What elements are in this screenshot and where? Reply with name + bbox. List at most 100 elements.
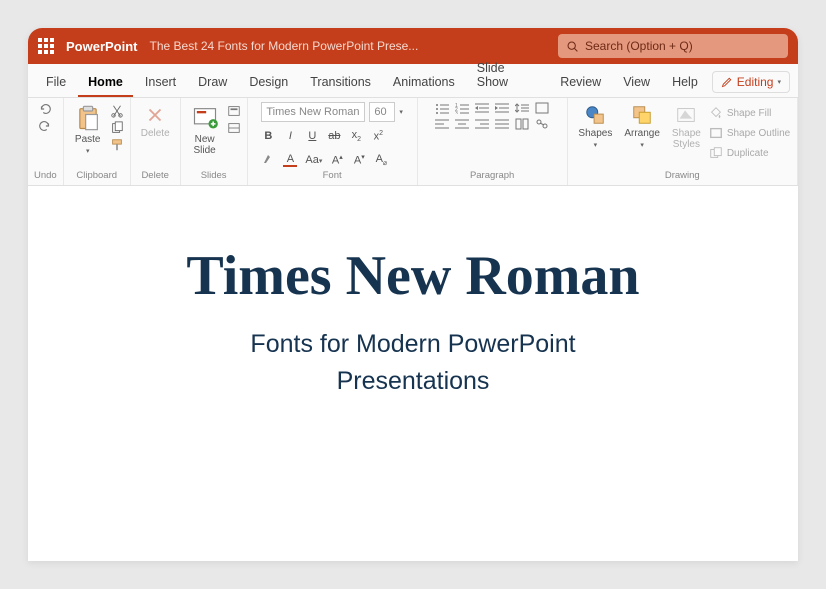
font-name-value: Times New Roman <box>266 106 359 118</box>
smartart-button[interactable] <box>535 118 549 130</box>
tab-transitions[interactable]: Transitions <box>300 67 381 97</box>
editing-mode-label: Editing <box>737 75 774 89</box>
subscript-button[interactable]: x2 <box>349 129 363 143</box>
strikethrough-button[interactable]: ab <box>327 130 341 142</box>
tab-slide-show[interactable]: Slide Show <box>467 53 548 97</box>
app-window: PowerPoint The Best 24 Fonts for Modern … <box>28 28 798 561</box>
tab-design[interactable]: Design <box>239 67 298 97</box>
slide-title[interactable]: Times New Roman <box>186 244 639 308</box>
format-painter-icon[interactable] <box>110 138 124 152</box>
app-launcher-icon[interactable] <box>38 38 54 54</box>
new-slide-button[interactable]: New Slide <box>187 102 223 158</box>
chevron-down-icon: ▾ <box>777 78 781 86</box>
align-right-button[interactable] <box>475 118 489 130</box>
shape-fill-label: Shape Fill <box>727 108 771 119</box>
layout-icon[interactable] <box>227 104 241 118</box>
line-spacing-button[interactable] <box>515 102 529 114</box>
tab-insert[interactable]: Insert <box>135 67 186 97</box>
tab-animations[interactable]: Animations <box>383 67 465 97</box>
group-undo-label: Undo <box>34 170 57 183</box>
bold-button[interactable]: B <box>261 130 275 142</box>
delete-label: Delete <box>141 128 170 139</box>
justify-button[interactable] <box>495 118 509 130</box>
section-icon[interactable] <box>227 121 241 135</box>
editing-mode-button[interactable]: Editing ▾ <box>712 71 790 93</box>
group-drawing: Shapes ▾ Arrange ▾ Shape Styles Shape Fi… <box>568 98 798 185</box>
ribbon-tabs: File Home Insert Draw Design Transitions… <box>28 64 798 98</box>
change-case-button[interactable]: Aa▾ <box>305 154 322 166</box>
highlight-button[interactable] <box>261 153 275 168</box>
ribbon: Undo Paste ▾ Clipboard <box>28 98 798 186</box>
tab-view[interactable]: View <box>613 67 660 97</box>
shapes-button[interactable]: Shapes ▾ <box>574 102 616 151</box>
group-paragraph-label: Paragraph <box>470 170 514 183</box>
duplicate-label: Duplicate <box>727 148 769 159</box>
shape-styles-icon <box>675 104 697 126</box>
tab-home[interactable]: Home <box>78 67 133 97</box>
shape-styles-button[interactable]: Shape Styles <box>668 102 705 152</box>
document-title[interactable]: The Best 24 Fonts for Modern PowerPoint … <box>150 39 419 53</box>
arrange-label: Arrange <box>624 128 660 139</box>
shape-fill-button[interactable]: Shape Fill <box>709 106 771 120</box>
align-center-button[interactable] <box>455 118 469 130</box>
superscript-button[interactable]: x2 <box>371 130 385 143</box>
undo-icon[interactable] <box>38 102 52 116</box>
group-slides: New Slide Slides <box>181 98 248 185</box>
new-slide-label: New Slide <box>194 134 216 156</box>
underline-button[interactable]: U <box>305 130 319 142</box>
cut-icon[interactable] <box>110 104 124 118</box>
paste-label: Paste <box>75 134 101 145</box>
tab-review[interactable]: Review <box>550 67 611 97</box>
tab-file[interactable]: File <box>36 67 76 97</box>
paste-button[interactable]: Paste ▾ <box>70 102 106 157</box>
group-font-label: Font <box>323 170 342 183</box>
columns-button[interactable] <box>515 118 529 130</box>
search-icon <box>566 40 579 53</box>
slide-subtitle-line2: Presentations <box>337 367 490 395</box>
arrange-button[interactable]: Arrange ▾ <box>620 102 664 151</box>
text-direction-button[interactable] <box>535 102 549 114</box>
bullets-button[interactable] <box>435 102 449 114</box>
italic-button[interactable]: I <box>283 130 297 142</box>
svg-text:3: 3 <box>455 111 458 114</box>
delete-icon <box>144 104 166 126</box>
tab-help[interactable]: Help <box>662 67 708 97</box>
group-paragraph: 123 Paragraph <box>418 98 568 185</box>
decrease-indent-button[interactable] <box>475 102 489 114</box>
duplicate-icon <box>709 146 723 160</box>
font-color-button[interactable]: A <box>283 153 297 167</box>
tab-draw[interactable]: Draw <box>188 67 237 97</box>
chevron-down-icon: ▾ <box>86 147 90 155</box>
font-name-input[interactable]: Times New Roman <box>261 102 365 122</box>
chevron-down-icon[interactable]: ▾ <box>399 108 403 116</box>
clear-formatting-button[interactable]: A⌀ <box>374 153 388 167</box>
new-slide-icon <box>191 104 219 132</box>
arrange-icon <box>631 104 653 126</box>
search-input[interactable]: Search (Option + Q) <box>558 34 788 58</box>
duplicate-button[interactable]: Duplicate <box>709 146 769 160</box>
copy-icon[interactable] <box>110 121 124 135</box>
shape-outline-label: Shape Outline <box>727 128 790 139</box>
group-undo: Undo <box>28 98 64 185</box>
outline-icon <box>709 126 723 140</box>
shapes-icon <box>584 104 606 126</box>
align-left-button[interactable] <box>435 118 449 130</box>
slide-canvas[interactable]: Times New Roman Fonts for Modern PowerPo… <box>28 186 798 561</box>
delete-button[interactable]: Delete <box>137 102 174 141</box>
slide-subtitle[interactable]: Fonts for Modern PowerPoint Presentation… <box>250 326 575 401</box>
group-delete: Delete Delete <box>131 98 181 185</box>
group-clipboard: Paste ▾ Clipboard <box>64 98 131 185</box>
shrink-font-button[interactable]: A▾ <box>352 153 366 167</box>
group-clipboard-label: Clipboard <box>76 170 117 183</box>
increase-indent-button[interactable] <box>495 102 509 114</box>
grow-font-button[interactable]: A▴ <box>330 153 344 167</box>
redo-icon[interactable] <box>38 119 52 133</box>
search-placeholder: Search (Option + Q) <box>585 39 693 53</box>
fill-icon <box>709 106 723 120</box>
chevron-down-icon: ▾ <box>640 141 644 149</box>
clipboard-icon <box>74 104 102 132</box>
shape-outline-button[interactable]: Shape Outline <box>709 126 790 140</box>
font-size-input[interactable]: 60 <box>369 102 395 122</box>
group-slides-label: Slides <box>201 170 227 183</box>
numbering-button[interactable]: 123 <box>455 102 469 114</box>
